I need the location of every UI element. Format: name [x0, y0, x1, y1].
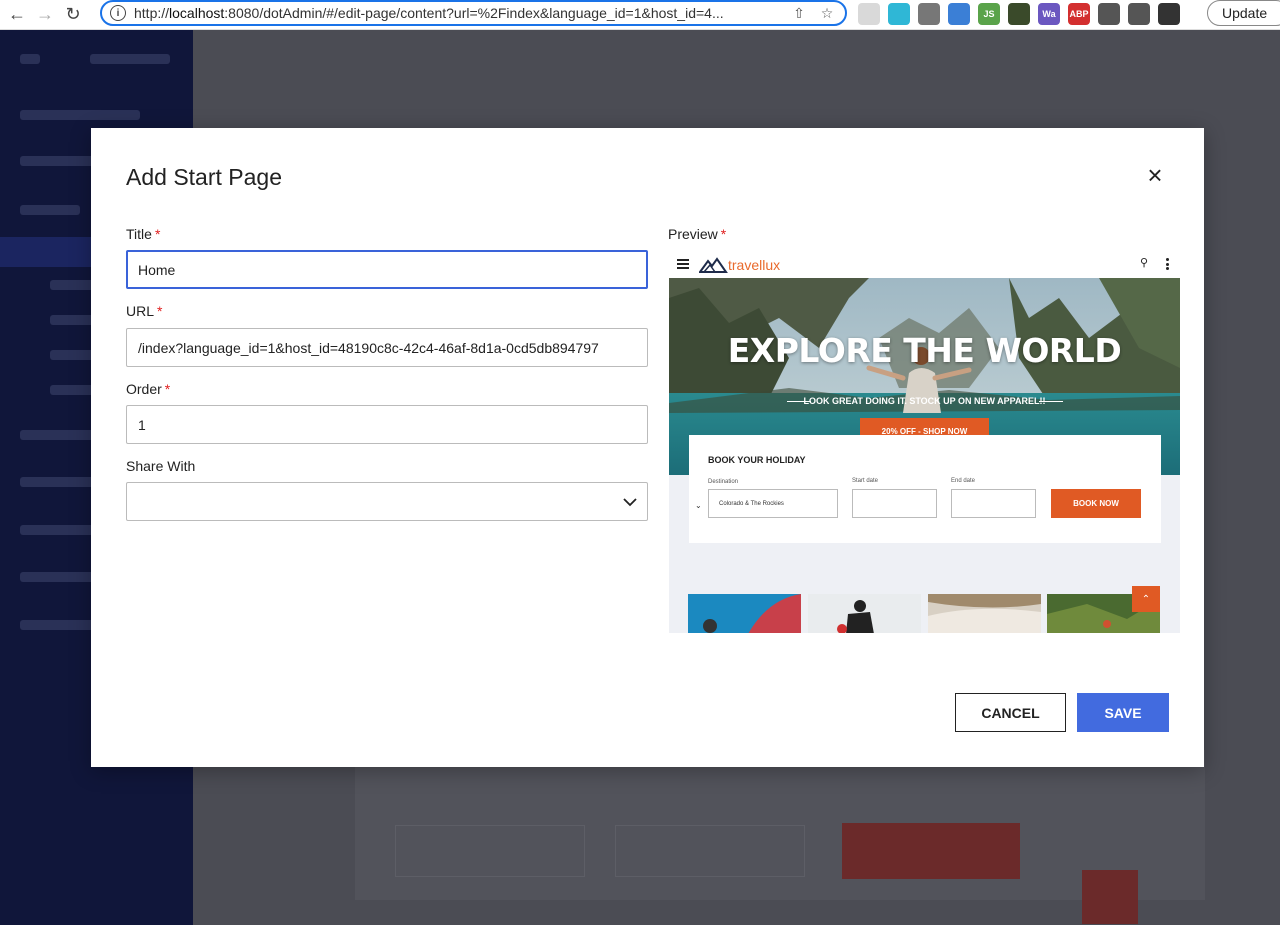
- close-icon[interactable]: ×: [1144, 162, 1166, 188]
- url-label-text: URL: [126, 303, 155, 319]
- address-url[interactable]: http://localhost:8080/dotAdmin/#/edit-pa…: [134, 5, 789, 21]
- puzzle-icon[interactable]: [1098, 3, 1120, 25]
- book-now-button: BOOK NOW: [1051, 489, 1141, 518]
- preview-label-text: Preview: [668, 226, 718, 242]
- order-input[interactable]: 1: [126, 405, 648, 444]
- app-scroll-button: [1082, 870, 1138, 924]
- share-with-select[interactable]: [126, 482, 648, 521]
- share-with-label: Share With: [126, 458, 196, 474]
- add-start-page-dialog: Add Start Page × Title * Home URL * /index…: [91, 128, 1204, 767]
- preview-label: Preview *: [668, 226, 726, 242]
- forward-arrow-icon[interactable]: →: [34, 4, 56, 26]
- title-label: Title *: [126, 226, 160, 242]
- end-date-field: [951, 489, 1036, 518]
- site-info-icon[interactable]: i: [110, 5, 126, 21]
- url-scheme: http://: [134, 5, 170, 21]
- cancel-button[interactable]: CANCEL: [955, 693, 1066, 732]
- booking-widget: BOOK YOUR HOLIDAY Destination Colorado &…: [689, 435, 1161, 543]
- start-date-label: Start date: [852, 478, 879, 484]
- chevron-up-icon: ⌃: [1132, 586, 1160, 612]
- url-input-value: /index?language_id=1&host_id=48190c8c-42…: [138, 339, 599, 356]
- url-input[interactable]: /index?language_id=1&host_id=48190c8c-42…: [126, 328, 648, 367]
- url-path: :8080/dotAdmin/#/edit-page/content?url=%…: [224, 5, 724, 21]
- booking-title: BOOK YOUR HOLIDAY: [708, 455, 806, 465]
- ext-camera-icon[interactable]: [918, 3, 940, 25]
- order-input-value: 1: [138, 416, 146, 433]
- required-mark: *: [154, 226, 161, 242]
- search-icon: ⚲: [1140, 257, 1149, 269]
- share-icon[interactable]: ⇧: [789, 5, 809, 22]
- hero-subtitle: LOOK GREAT DOING IT. STOCK UP ON NEW APP…: [803, 396, 1046, 406]
- destination-field: Colorado & The Rockies: [708, 489, 838, 518]
- reload-icon[interactable]: ↻: [62, 4, 84, 26]
- required-mark: *: [164, 381, 171, 397]
- thumbnail-sand: [928, 594, 1041, 633]
- ext-green-icon[interactable]: [948, 3, 970, 25]
- ext-globe-icon[interactable]: [1008, 3, 1030, 25]
- dialog-title: Add Start Page: [126, 164, 282, 190]
- ext-wa-icon[interactable]: Wa: [1038, 3, 1060, 25]
- ext-js-icon[interactable]: JS: [978, 3, 1000, 25]
- url-label: URL *: [126, 303, 162, 319]
- snow-image: [808, 594, 921, 633]
- title-input-value: Home: [138, 261, 176, 278]
- order-label: Order *: [126, 381, 170, 397]
- hero-divider: [1039, 401, 1063, 402]
- update-button[interactable]: Update: [1207, 0, 1280, 26]
- diving-image: [688, 594, 801, 633]
- sidebar-menu-icon: [20, 54, 40, 64]
- destination-label: Destination: [708, 479, 739, 485]
- chevron-down-icon: [623, 498, 637, 507]
- url-host: localhost: [169, 5, 225, 21]
- sidebar-item: [20, 110, 140, 120]
- preview-navbar: travellux ⚲: [669, 251, 1180, 278]
- thumbnail-diving: [688, 594, 801, 633]
- app-book-button: [842, 823, 1020, 879]
- sand-image: [928, 594, 1041, 633]
- required-mark: *: [157, 303, 163, 319]
- browser-toolbar: ← → ↻ i http://localhost:8080/dotAdmin/#…: [0, 0, 1280, 30]
- start-date-field: [852, 489, 937, 518]
- hamburger-menu-icon: [677, 259, 689, 269]
- title-label-text: Title: [126, 226, 152, 242]
- back-arrow-icon[interactable]: ←: [6, 4, 28, 26]
- page-preview: travellux ⚲ EXPLORE THE WORLD LOOK GREAT…: [669, 251, 1180, 633]
- ext-grid-icon[interactable]: [858, 3, 880, 25]
- app-field: [615, 825, 805, 877]
- sidebar-item: [20, 205, 80, 215]
- save-button[interactable]: SAVE: [1077, 693, 1169, 732]
- chevron-down-icon: ⌄: [695, 501, 702, 510]
- bookmark-star-icon[interactable]: ☆: [817, 5, 837, 22]
- end-date-label: End date: [951, 478, 976, 484]
- ext-asterisk-icon[interactable]: [888, 3, 910, 25]
- title-input[interactable]: Home: [126, 250, 648, 289]
- sidebar-logo: [90, 54, 170, 64]
- thumbnail-snow: [808, 594, 921, 633]
- more-vertical-icon: [1166, 258, 1169, 270]
- address-bar[interactable]: i http://localhost:8080/dotAdmin/#/edit-…: [100, 0, 847, 26]
- order-label-text: Order: [126, 381, 162, 397]
- app-field: [395, 825, 585, 877]
- extensions-area: JS Wa ABP: [858, 3, 1180, 25]
- hero-title: EXPLORE THE WORLD: [727, 331, 1122, 370]
- profile-avatar-icon[interactable]: [1158, 3, 1180, 25]
- sidebar-toggle-icon[interactable]: [1128, 3, 1150, 25]
- required-mark: *: [720, 226, 727, 242]
- preview-logo-text: travellux: [728, 257, 781, 273]
- ext-abp-icon[interactable]: ABP: [1068, 3, 1090, 25]
